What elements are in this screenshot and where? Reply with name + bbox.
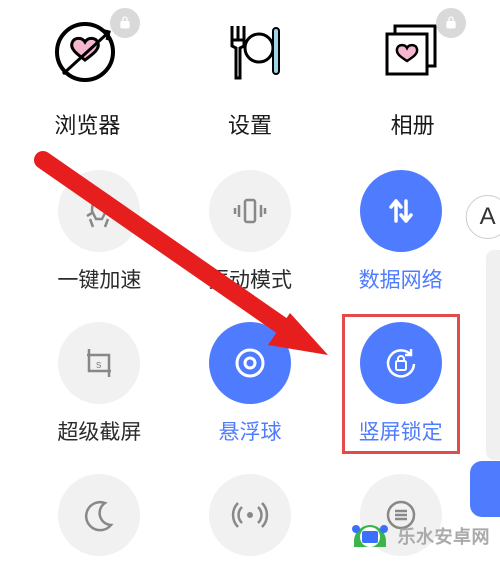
tile-floating-ball[interactable]: 悬浮球: [175, 322, 326, 446]
quick-settings-grid: 一键加速 振动模式 数据网络 s 超级截屏 悬浮球: [0, 140, 500, 568]
tile-mobile-data[interactable]: 数据网络: [325, 170, 476, 294]
tile-label: 超级截屏: [24, 416, 175, 446]
tile-hotspot[interactable]: [175, 474, 326, 568]
lock-icon: [110, 8, 140, 38]
tile-label: 一键加速: [24, 264, 175, 294]
tile-label: 竖屏锁定: [325, 416, 476, 446]
tile-speed-boost[interactable]: 一键加速: [24, 170, 175, 294]
edge-scrollbar[interactable]: [486, 250, 500, 460]
tile-night-mode[interactable]: [24, 474, 175, 568]
tile-orientation-lock[interactable]: 竖屏锁定: [325, 322, 476, 446]
app-row: 浏览器 设置: [0, 0, 500, 140]
edge-handle[interactable]: [470, 461, 500, 517]
moon-icon: [58, 474, 140, 556]
tile-label: 数据网络: [325, 264, 476, 294]
app-label: 设置: [175, 108, 325, 140]
cutlery-icon: [214, 18, 286, 90]
vibrate-icon: [209, 170, 291, 252]
edge-assist-letter: A: [480, 203, 496, 231]
tile-label: 振动模式: [175, 264, 326, 294]
app-label: 相册: [338, 108, 488, 140]
svg-text:s: s: [96, 359, 102, 371]
floating-ball-icon: [209, 322, 291, 404]
tile-vibrate[interactable]: 振动模式: [175, 170, 326, 294]
tile-label: 悬浮球: [175, 416, 326, 446]
app-browser[interactable]: 浏览器: [12, 18, 162, 140]
app-settings[interactable]: 设置: [175, 18, 325, 140]
data-arrows-icon: [360, 170, 442, 252]
hotspot-icon: [209, 474, 291, 556]
watermark: 乐水安卓网: [348, 519, 491, 553]
app-gallery[interactable]: 相册: [338, 18, 488, 140]
watermark-logo-icon: [348, 519, 392, 553]
tile-super-screenshot[interactable]: s 超级截屏: [24, 322, 175, 446]
watermark-text: 乐水安卓网: [398, 523, 491, 549]
lock-icon: [436, 8, 466, 38]
rocket-icon: [58, 170, 140, 252]
orientation-lock-icon: [360, 322, 442, 404]
app-label: 浏览器: [12, 108, 162, 140]
crop-icon: s: [58, 322, 140, 404]
